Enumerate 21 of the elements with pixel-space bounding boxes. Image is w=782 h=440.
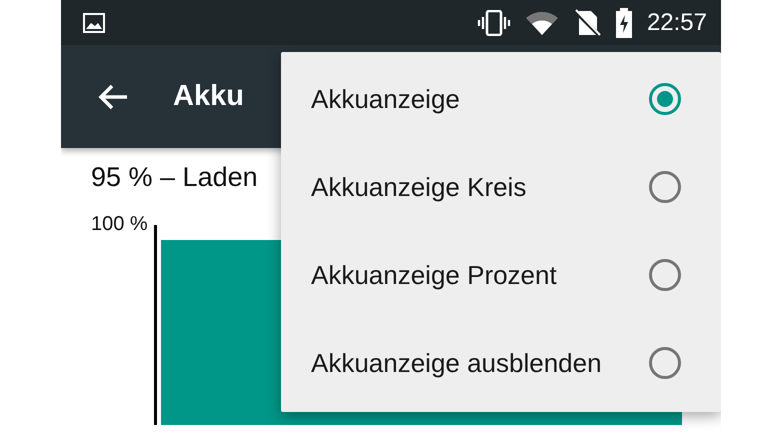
image-icon	[83, 12, 105, 32]
battery-charging-icon	[614, 8, 633, 38]
menu-item[interactable]: Akkuanzeige	[281, 55, 721, 143]
menu-item-label: Akkuanzeige Kreis	[311, 172, 526, 202]
radio-button[interactable]	[649, 83, 681, 115]
wifi-icon	[524, 10, 559, 34]
toolbar-title: Akku	[173, 80, 244, 113]
clock-time: 22:57	[646, 8, 707, 36]
menu-item[interactable]: Akkuanzeige Kreis	[281, 143, 721, 231]
radio-button[interactable]	[649, 259, 681, 291]
battery-status: 95 % – Laden	[91, 162, 258, 193]
no-sim-icon	[572, 8, 601, 36]
axis-label: 100 %	[91, 213, 148, 236]
vibrate-icon	[476, 10, 511, 36]
menu-item-label: Akkuanzeige	[311, 84, 460, 114]
menu-item-label: Akkuanzeige ausblenden	[311, 348, 602, 378]
menu-item[interactable]: Akkuanzeige ausblenden	[281, 319, 721, 407]
menu-item[interactable]: Akkuanzeige Prozent	[281, 231, 721, 319]
radio-button[interactable]	[649, 347, 681, 379]
menu-item-label: Akkuanzeige Prozent	[311, 260, 557, 290]
radio-button[interactable]	[649, 171, 681, 203]
